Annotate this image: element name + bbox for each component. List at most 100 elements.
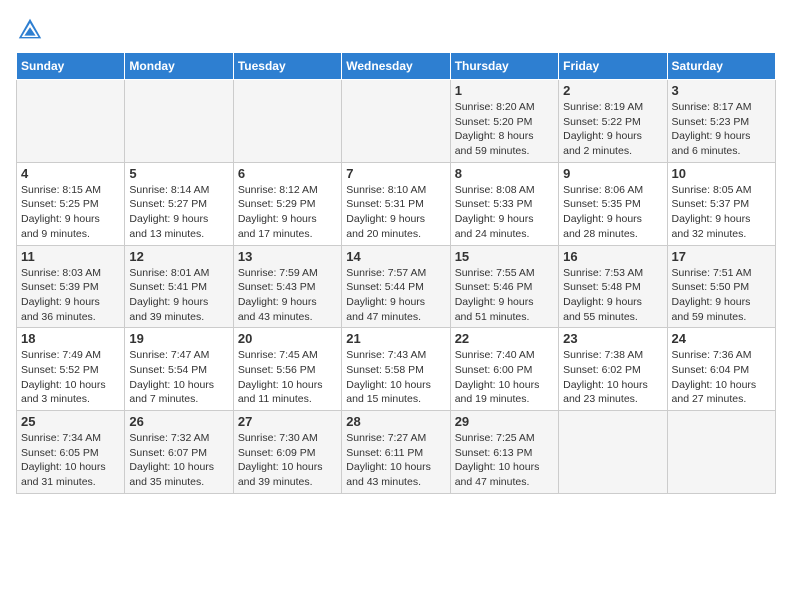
- day-info: Sunrise: 8:03 AMSunset: 5:39 PMDaylight:…: [21, 266, 120, 325]
- day-info: Sunrise: 8:12 AMSunset: 5:29 PMDaylight:…: [238, 183, 337, 242]
- calendar-cell: 17 Sunrise: 7:51 AMSunset: 5:50 PMDayligh…: [667, 245, 775, 328]
- day-info: Sunrise: 7:30 AMSunset: 6:09 PMDaylight:…: [238, 431, 337, 490]
- day-number: 7: [346, 166, 445, 181]
- day-info: Sunrise: 7:38 AMSunset: 6:02 PMDaylight:…: [563, 348, 662, 407]
- day-info: Sunrise: 7:27 AMSunset: 6:11 PMDaylight:…: [346, 431, 445, 490]
- calendar-cell: 18 Sunrise: 7:49 AMSunset: 5:52 PMDayligh…: [17, 328, 125, 411]
- day-info: Sunrise: 8:10 AMSunset: 5:31 PMDaylight:…: [346, 183, 445, 242]
- day-number: 6: [238, 166, 337, 181]
- calendar-cell: 29Sunrise: 7:25 AMSunset: 6:13 PMDayligh…: [450, 411, 558, 494]
- day-number: 24: [672, 331, 771, 346]
- calendar-cell: 19Sunrise: 7:47 AMSunset: 5:54 PMDayligh…: [125, 328, 233, 411]
- day-number: 10: [672, 166, 771, 181]
- day-number: 18: [21, 331, 120, 346]
- calendar-cell: 21 Sunrise: 7:43 AMSunset: 5:58 PMDayligh…: [342, 328, 450, 411]
- day-info: Sunrise: 7:59 AMSunset: 5:43 PMDaylight:…: [238, 266, 337, 325]
- day-number: 8: [455, 166, 554, 181]
- day-info: Sunrise: 7:45 AMSunset: 5:56 PMDaylight:…: [238, 348, 337, 407]
- day-info: Sunrise: 7:49 AMSunset: 5:52 PMDaylight:…: [21, 348, 120, 407]
- day-number: 19: [129, 331, 228, 346]
- day-number: 3: [672, 83, 771, 98]
- day-number: 16: [563, 249, 662, 264]
- day-number: 20: [238, 331, 337, 346]
- logo-icon: [16, 16, 44, 44]
- calendar-cell: 22 Sunrise: 7:40 AMSunset: 6:00 PMDayligh…: [450, 328, 558, 411]
- day-info: Sunrise: 8:05 AMSunset: 5:37 PMDaylight:…: [672, 183, 771, 242]
- calendar-cell: 4Sunrise: 8:15 AMSunset: 5:25 PMDaylight…: [17, 162, 125, 245]
- day-info: Sunrise: 7:53 AMSunset: 5:48 PMDaylight:…: [563, 266, 662, 325]
- day-number: 22: [455, 331, 554, 346]
- logo: [16, 16, 48, 44]
- calendar-cell: 11 Sunrise: 8:03 AMSunset: 5:39 PMDayligh…: [17, 245, 125, 328]
- day-header-friday: Friday: [559, 53, 667, 80]
- day-number: 12: [129, 249, 228, 264]
- calendar-cell: [233, 80, 341, 163]
- day-number: 17: [672, 249, 771, 264]
- day-number: 21: [346, 331, 445, 346]
- day-number: 1: [455, 83, 554, 98]
- day-info: Sunrise: 7:34 AMSunset: 6:05 PMDaylight:…: [21, 431, 120, 490]
- day-header-tuesday: Tuesday: [233, 53, 341, 80]
- calendar-cell: 3 Sunrise: 8:17 AMSunset: 5:23 PMDaylight…: [667, 80, 775, 163]
- calendar-cell: 26Sunrise: 7:32 AMSunset: 6:07 PMDayligh…: [125, 411, 233, 494]
- calendar-cell: 2 Sunrise: 8:19 AMSunset: 5:22 PMDaylight…: [559, 80, 667, 163]
- calendar-cell: [559, 411, 667, 494]
- calendar-cell: [125, 80, 233, 163]
- day-info: Sunrise: 7:57 AMSunset: 5:44 PMDaylight:…: [346, 266, 445, 325]
- week-row-3: 11 Sunrise: 8:03 AMSunset: 5:39 PMDayligh…: [17, 245, 776, 328]
- day-number: 13: [238, 249, 337, 264]
- day-header-sunday: Sunday: [17, 53, 125, 80]
- calendar-cell: 16 Sunrise: 7:53 AMSunset: 5:48 PMDayligh…: [559, 245, 667, 328]
- day-number: 25: [21, 414, 120, 429]
- day-info: Sunrise: 7:32 AMSunset: 6:07 PMDaylight:…: [129, 431, 228, 490]
- day-info: Sunrise: 8:08 AMSunset: 5:33 PMDaylight:…: [455, 183, 554, 242]
- day-info: Sunrise: 8:19 AMSunset: 5:22 PMDaylight:…: [563, 100, 662, 159]
- calendar-cell: 9Sunrise: 8:06 AMSunset: 5:35 PMDaylight…: [559, 162, 667, 245]
- calendar-cell: 10 Sunrise: 8:05 AMSunset: 5:37 PMDayligh…: [667, 162, 775, 245]
- week-row-1: 1 Sunrise: 8:20 AMSunset: 5:20 PMDaylight…: [17, 80, 776, 163]
- week-row-5: 25 Sunrise: 7:34 AMSunset: 6:05 PMDayligh…: [17, 411, 776, 494]
- day-header-wednesday: Wednesday: [342, 53, 450, 80]
- calendar-cell: 20 Sunrise: 7:45 AMSunset: 5:56 PMDayligh…: [233, 328, 341, 411]
- day-info: Sunrise: 8:01 AMSunset: 5:41 PMDaylight:…: [129, 266, 228, 325]
- day-info: Sunrise: 8:17 AMSunset: 5:23 PMDaylight:…: [672, 100, 771, 159]
- day-number: 28: [346, 414, 445, 429]
- day-number: 9: [563, 166, 662, 181]
- calendar-cell: 6 Sunrise: 8:12 AMSunset: 5:29 PMDaylight…: [233, 162, 341, 245]
- week-row-4: 18 Sunrise: 7:49 AMSunset: 5:52 PMDayligh…: [17, 328, 776, 411]
- calendar-cell: 5Sunrise: 8:14 AMSunset: 5:27 PMDaylight…: [125, 162, 233, 245]
- day-number: 4: [21, 166, 120, 181]
- day-header-monday: Monday: [125, 53, 233, 80]
- day-header-thursday: Thursday: [450, 53, 558, 80]
- calendar-table: SundayMondayTuesdayWednesdayThursdayFrid…: [16, 52, 776, 494]
- day-number: 11: [21, 249, 120, 264]
- day-info: Sunrise: 7:43 AMSunset: 5:58 PMDaylight:…: [346, 348, 445, 407]
- day-number: 14: [346, 249, 445, 264]
- calendar-cell: 13 Sunrise: 7:59 AMSunset: 5:43 PMDayligh…: [233, 245, 341, 328]
- day-number: 23: [563, 331, 662, 346]
- day-info: Sunrise: 7:51 AMSunset: 5:50 PMDaylight:…: [672, 266, 771, 325]
- calendar-cell: 23 Sunrise: 7:38 AMSunset: 6:02 PMDayligh…: [559, 328, 667, 411]
- calendar-cell: [667, 411, 775, 494]
- calendar-cell: 27 Sunrise: 7:30 AMSunset: 6:09 PMDayligh…: [233, 411, 341, 494]
- day-number: 29: [455, 414, 554, 429]
- day-number: 5: [129, 166, 228, 181]
- calendar-cell: 28 Sunrise: 7:27 AMSunset: 6:11 PMDayligh…: [342, 411, 450, 494]
- calendar-cell: 25 Sunrise: 7:34 AMSunset: 6:05 PMDayligh…: [17, 411, 125, 494]
- day-info: Sunrise: 7:40 AMSunset: 6:00 PMDaylight:…: [455, 348, 554, 407]
- day-header-saturday: Saturday: [667, 53, 775, 80]
- calendar-cell: 12 Sunrise: 8:01 AMSunset: 5:41 PMDayligh…: [125, 245, 233, 328]
- day-number: 2: [563, 83, 662, 98]
- calendar-cell: [17, 80, 125, 163]
- calendar-cell: 1 Sunrise: 8:20 AMSunset: 5:20 PMDaylight…: [450, 80, 558, 163]
- days-header-row: SundayMondayTuesdayWednesdayThursdayFrid…: [17, 53, 776, 80]
- calendar-cell: 15 Sunrise: 7:55 AMSunset: 5:46 PMDayligh…: [450, 245, 558, 328]
- calendar-cell: 14 Sunrise: 7:57 AMSunset: 5:44 PMDayligh…: [342, 245, 450, 328]
- day-info: Sunrise: 7:55 AMSunset: 5:46 PMDaylight:…: [455, 266, 554, 325]
- day-number: 15: [455, 249, 554, 264]
- day-info: Sunrise: 8:20 AMSunset: 5:20 PMDaylight:…: [455, 100, 554, 159]
- calendar-cell: [342, 80, 450, 163]
- day-number: 27: [238, 414, 337, 429]
- header: [16, 16, 776, 44]
- calendar-cell: 8 Sunrise: 8:08 AMSunset: 5:33 PMDaylight…: [450, 162, 558, 245]
